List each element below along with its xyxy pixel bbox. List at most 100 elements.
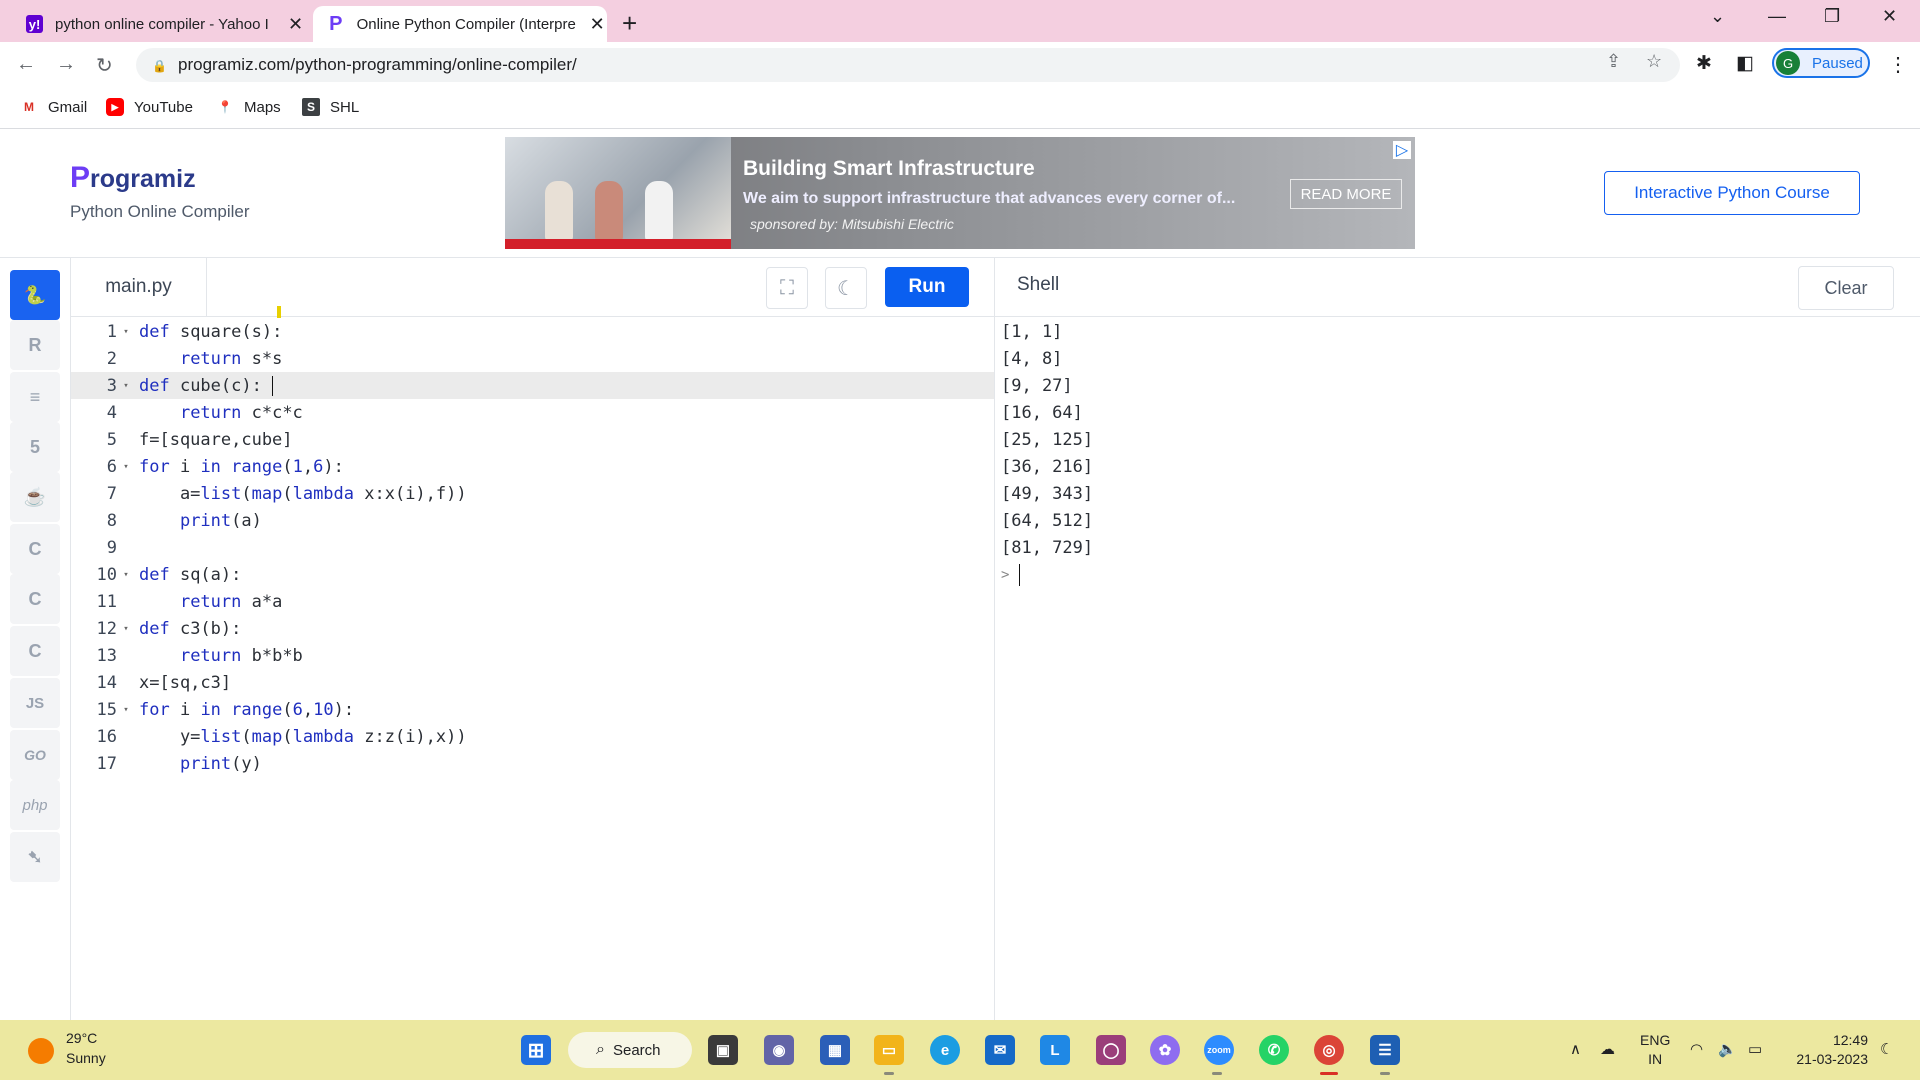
code-line[interactable]: 16 y=list(map(lambda z:z(i),x)) — [71, 723, 994, 750]
code-line[interactable]: 14 x=[sq,c3] — [71, 669, 994, 696]
share-icon[interactable]: ⇪ — [1606, 51, 1621, 72]
python-icon[interactable]: 🐍 — [10, 270, 60, 320]
swift-icon[interactable]: ➷ — [10, 832, 60, 882]
fold-icon[interactable]: ▾ — [117, 327, 135, 337]
code-editor[interactable]: 1 ▾ def square(s): 2 return s*s 3 ▾ def cu… — [71, 318, 994, 1020]
shell-output[interactable]: [1, 1] [4, 8] [9, 27] [16, 64] [25, 125]… — [995, 318, 1920, 1020]
mail-icon[interactable]: ✉ — [985, 1035, 1015, 1065]
reload-icon[interactable]: ↻ — [96, 53, 113, 78]
fold-icon[interactable]: ▾ — [117, 570, 135, 580]
code-line[interactable]: 2 return s*s — [71, 345, 994, 372]
task-view-icon[interactable]: ▣ — [708, 1035, 738, 1065]
photos-icon[interactable]: ✿ — [1150, 1035, 1180, 1065]
html-icon[interactable]: 5 — [10, 422, 60, 472]
l-app-icon[interactable]: L — [1040, 1035, 1070, 1065]
clear-button[interactable]: Clear — [1798, 266, 1894, 310]
browser-tab-yahoo[interactable]: y! python online compiler - Yahoo I ✕ — [0, 6, 305, 42]
browser-tab-programiz[interactable]: P Online Python Compiler (Interpre ✕ — [313, 6, 607, 42]
chrome-icon[interactable]: ◎ — [1314, 1035, 1344, 1065]
store-icon[interactable]: ▦ — [820, 1035, 850, 1065]
profile-button[interactable]: G Paused — [1772, 48, 1870, 78]
bookmark-gmail[interactable]: M Gmail — [20, 98, 87, 116]
zoom-icon[interactable]: zoom — [1204, 1035, 1234, 1065]
code-line[interactable]: 4 return c*c*c — [71, 399, 994, 426]
edge-icon[interactable]: e — [930, 1035, 960, 1065]
code-line[interactable]: 6 ▾ for i in range(1,6): — [71, 453, 994, 480]
bookmark-maps[interactable]: 📍 Maps — [216, 98, 281, 116]
teams-icon[interactable]: ◉ — [764, 1035, 794, 1065]
java-icon[interactable]: ☕ — [10, 472, 60, 522]
code-text: def c3(b): — [139, 618, 242, 639]
fullscreen-icon[interactable]: ⛶ — [766, 267, 808, 309]
c-icon[interactable]: C — [10, 524, 60, 574]
code-line[interactable]: 12 ▾ def c3(b): — [71, 615, 994, 642]
code-line[interactable]: 13 return b*b*b — [71, 642, 994, 669]
code-line[interactable]: 10 ▾ def sq(a): — [71, 561, 994, 588]
code-line-active[interactable]: 3 ▾ def cube(c): — [71, 372, 994, 399]
bookmark-star-icon[interactable]: ☆ — [1646, 51, 1662, 72]
fold-icon[interactable]: ▾ — [117, 624, 135, 634]
code-line[interactable]: 7 a=list(map(lambda x:x(i),f)) — [71, 480, 994, 507]
windows-start-icon[interactable]: ⊞ — [521, 1035, 551, 1065]
go-icon[interactable]: GO — [10, 730, 60, 780]
wifi-icon[interactable]: ◠ — [1690, 1040, 1703, 1058]
fold-icon[interactable]: ▾ — [117, 705, 135, 715]
code-line[interactable]: 5 f=[square,cube] — [71, 426, 994, 453]
r-icon[interactable]: R — [10, 320, 60, 370]
code-line[interactable]: 11 return a*a — [71, 588, 994, 615]
shell-prompt[interactable]: > — [1001, 561, 1021, 588]
menu-icon[interactable]: ⋮ — [1888, 52, 1908, 77]
fold-icon[interactable]: ▾ — [117, 462, 135, 472]
sql-icon[interactable]: ≡ — [10, 372, 60, 422]
app-icon[interactable]: ◯ — [1096, 1035, 1126, 1065]
run-button[interactable]: Run — [885, 267, 969, 307]
notepad-icon[interactable]: ☰ — [1370, 1035, 1400, 1065]
ad-read-more-button[interactable]: READ MORE — [1290, 179, 1402, 209]
weather-sun-icon[interactable] — [28, 1038, 54, 1064]
system-clock[interactable]: 12:49 21-03-2023 — [1788, 1031, 1868, 1069]
whatsapp-icon[interactable]: ✆ — [1259, 1035, 1289, 1065]
address-bar[interactable]: 🔒 programiz.com/python-programming/onlin… — [136, 48, 1680, 82]
close-tab-icon[interactable]: ✕ — [286, 14, 305, 35]
close-window-icon[interactable]: ✕ — [1882, 6, 1897, 27]
file-explorer-icon[interactable]: ▭ — [874, 1035, 904, 1065]
lock-icon[interactable]: 🔒 — [152, 59, 167, 73]
battery-icon[interactable]: ▭ — [1748, 1040, 1762, 1058]
close-tab-icon[interactable]: ✕ — [587, 14, 607, 35]
back-icon[interactable]: ← — [16, 53, 36, 76]
code-line[interactable]: 9 — [71, 534, 994, 561]
php-icon[interactable]: php — [10, 780, 60, 830]
notifications-icon[interactable]: ☾ — [1880, 1040, 1893, 1058]
code-line[interactable]: 8 print(a) — [71, 507, 994, 534]
interactive-course-button[interactable]: Interactive Python Course — [1604, 171, 1860, 215]
input-language[interactable]: ENG IN — [1640, 1031, 1670, 1069]
ad-choices-icon[interactable]: ▷ — [1393, 141, 1411, 159]
weather-temperature[interactable]: 29°C — [66, 1030, 97, 1046]
onedrive-icon[interactable]: ☁ — [1600, 1040, 1615, 1058]
minimize-icon[interactable]: — — [1768, 6, 1786, 27]
tab-search-icon[interactable]: ⌄ — [1710, 6, 1725, 27]
weather-condition[interactable]: Sunny — [66, 1050, 106, 1066]
url-text[interactable]: programiz.com/python-programming/online-… — [178, 55, 577, 75]
extensions-icon[interactable]: ✱ — [1696, 52, 1712, 75]
bookmark-shl[interactable]: S SHL — [302, 98, 359, 116]
bookmark-youtube[interactable]: ▶ YouTube — [106, 98, 193, 116]
volume-icon[interactable]: 🔈 — [1718, 1040, 1737, 1058]
ad-banner[interactable]: Building Smart Infrastructure We aim to … — [505, 137, 1415, 249]
csharp-icon[interactable]: C — [10, 626, 60, 676]
side-panel-icon[interactable]: ◧ — [1736, 52, 1754, 75]
dark-mode-icon[interactable]: ☾ — [825, 267, 867, 309]
code-line[interactable]: 15 ▾ for i in range(6,10): — [71, 696, 994, 723]
code-line[interactable]: 17 print(y) — [71, 750, 994, 777]
js-icon[interactable]: JS — [10, 678, 60, 728]
forward-icon[interactable]: → — [56, 53, 76, 76]
fold-icon[interactable]: ▾ — [117, 381, 135, 391]
new-tab-button[interactable]: + — [622, 8, 637, 39]
programiz-logo[interactable]: Programiz — [70, 161, 196, 195]
restore-icon[interactable]: ❐ — [1824, 6, 1840, 27]
file-tab[interactable]: main.py — [71, 258, 207, 316]
cpp-icon[interactable]: C — [10, 574, 60, 624]
code-line[interactable]: 1 ▾ def square(s): — [71, 318, 994, 345]
taskbar-search[interactable]: ⌕ Search — [568, 1032, 692, 1068]
show-hidden-icons[interactable]: ∧ — [1570, 1040, 1581, 1058]
